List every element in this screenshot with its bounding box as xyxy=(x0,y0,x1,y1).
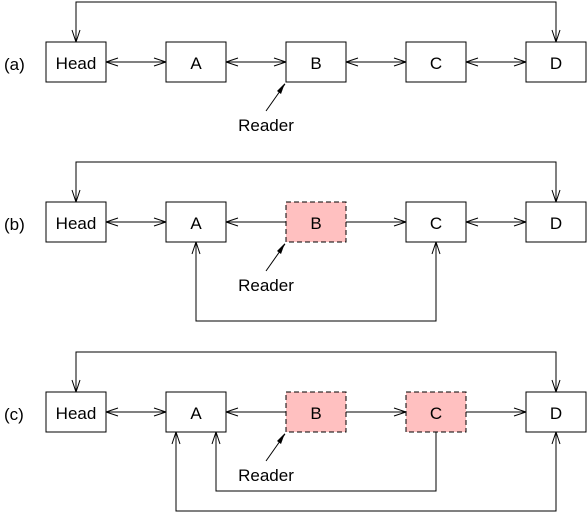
node-label: A xyxy=(190,214,202,233)
node-label: C xyxy=(430,404,442,423)
node-label: A xyxy=(190,54,202,73)
node-a: A xyxy=(165,201,227,243)
reader-label: Reader xyxy=(238,466,294,485)
node-d: D xyxy=(525,391,587,433)
arrowhead-icon xyxy=(277,243,285,254)
panel-label: (c) xyxy=(4,405,24,424)
node-head: Head xyxy=(45,201,107,243)
node-a: A xyxy=(165,41,227,83)
panel-label: (a) xyxy=(4,55,25,74)
node-b-removed: B xyxy=(285,391,347,433)
node-label: D xyxy=(550,54,562,73)
node-head: Head xyxy=(45,391,107,433)
node-label: C xyxy=(430,54,442,73)
node-label: A xyxy=(190,404,202,423)
node-label: C xyxy=(430,214,442,233)
arrowhead-icon xyxy=(277,433,285,444)
reader-label: Reader xyxy=(238,276,294,295)
node-head: Head xyxy=(45,41,107,83)
node-label: B xyxy=(310,214,321,233)
node-c-removed: C xyxy=(405,391,467,433)
loop-a-c xyxy=(195,242,437,322)
node-d: D xyxy=(525,41,587,83)
loop-head-d xyxy=(75,161,557,202)
node-label: D xyxy=(550,404,562,423)
node-c: C xyxy=(405,41,467,83)
node-label: Head xyxy=(56,54,97,73)
panel-c: (c) Head A B C D Reader xyxy=(4,351,587,512)
node-d: D xyxy=(525,201,587,243)
panel-label: (b) xyxy=(4,215,25,234)
node-label: D xyxy=(550,214,562,233)
panel-b: (b) Head A B C D Reader xyxy=(4,161,587,322)
node-label: B xyxy=(310,54,321,73)
reader-label: Reader xyxy=(238,116,294,135)
node-a: A xyxy=(165,391,227,433)
node-b: B xyxy=(285,41,347,83)
reader-pointer: Reader xyxy=(238,243,294,295)
arrowhead-icon xyxy=(277,83,285,94)
reader-pointer: Reader xyxy=(238,433,294,485)
loop-head-d xyxy=(75,1,557,42)
node-c: C xyxy=(405,201,467,243)
panel-a: (a) Head A B C D Reader xyxy=(4,1,587,135)
loop-head-d xyxy=(75,351,557,392)
node-label: Head xyxy=(56,404,97,423)
loop-a-d xyxy=(175,432,557,512)
node-label: B xyxy=(310,404,321,423)
reader-pointer: Reader xyxy=(238,83,294,135)
linked-list-diagram: (a) Head A B C D Reader (b) Head A B C D… xyxy=(4,1,587,512)
node-label: Head xyxy=(56,214,97,233)
node-b-removed: B xyxy=(285,201,347,243)
